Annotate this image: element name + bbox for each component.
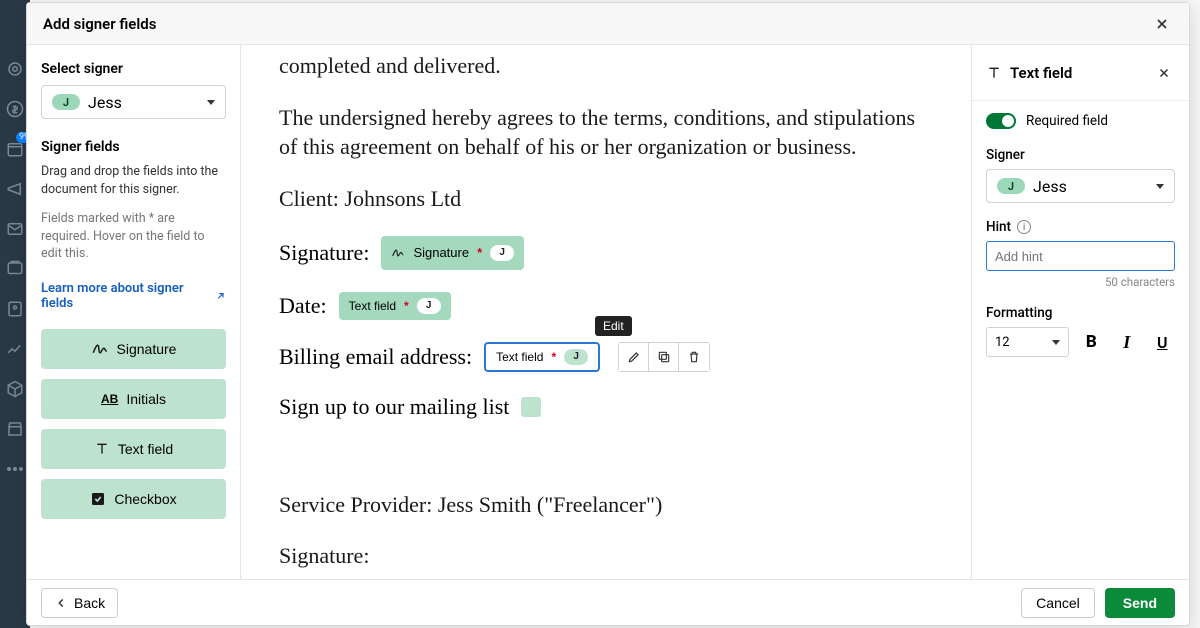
char-count: 50 characters bbox=[986, 275, 1175, 289]
modal-header: Add signer fields bbox=[27, 3, 1189, 45]
text-field-icon bbox=[986, 65, 1002, 81]
provider-line: Service Provider: Jess Smith ("Freelance… bbox=[279, 490, 933, 520]
signer-avatar: J bbox=[997, 178, 1025, 194]
dollar-icon[interactable] bbox=[6, 100, 24, 118]
signer-avatar: J bbox=[52, 94, 80, 110]
hint-label: Hint bbox=[986, 219, 1011, 235]
hint-input[interactable] bbox=[986, 241, 1175, 271]
back-button[interactable]: Back bbox=[41, 588, 118, 618]
signer-fields-heading: Signer fields bbox=[41, 139, 226, 155]
edit-tooltip: Edit bbox=[595, 316, 632, 336]
required-note: Fields marked with * are required. Hover… bbox=[41, 210, 226, 263]
megaphone-icon[interactable] bbox=[6, 180, 24, 198]
projects-icon[interactable] bbox=[6, 260, 24, 278]
field-action-bar bbox=[618, 342, 710, 372]
font-size-dropdown[interactable]: 12 bbox=[986, 327, 1069, 357]
signer-label: Signer bbox=[986, 147, 1175, 163]
placed-checkbox-field[interactable] bbox=[521, 397, 541, 417]
calendar-icon[interactable]: 99 bbox=[6, 140, 24, 158]
sidebar: Select signer J Jess Signer fields Drag … bbox=[27, 45, 241, 579]
contacts-icon[interactable] bbox=[6, 300, 24, 318]
placed-signature-field[interactable]: Signature * J bbox=[381, 236, 524, 270]
panel-signer-dropdown[interactable]: J Jess bbox=[986, 169, 1175, 203]
mailing-label: Sign up to our mailing list bbox=[279, 394, 509, 420]
more-icon[interactable] bbox=[6, 460, 24, 478]
signature2-label: Signature: bbox=[279, 541, 933, 571]
modal-title: Add signer fields bbox=[43, 15, 156, 33]
chevron-down-icon bbox=[1052, 340, 1060, 345]
date-label: Date: bbox=[279, 293, 327, 319]
panel-title: Text field bbox=[1010, 64, 1072, 82]
doc-paragraph: completed and delivered. bbox=[279, 51, 933, 81]
select-signer-dropdown[interactable]: J Jess bbox=[41, 85, 226, 119]
placed-date-field[interactable]: Text field * J bbox=[339, 292, 451, 320]
duplicate-field-button[interactable] bbox=[649, 343, 679, 371]
store-icon[interactable] bbox=[6, 420, 24, 438]
document-canvas[interactable]: completed and delivered. The undersigned… bbox=[241, 45, 971, 579]
chevron-down-icon bbox=[207, 100, 215, 105]
mail-icon[interactable] bbox=[6, 220, 24, 238]
signer-name: Jess bbox=[88, 93, 122, 112]
draggable-text-field[interactable]: Text field bbox=[41, 429, 226, 469]
italic-button[interactable]: I bbox=[1114, 328, 1139, 356]
field-properties-panel: Text field Required field Signer J Jess bbox=[971, 45, 1189, 579]
placed-billing-field-selected[interactable]: Text field * J bbox=[484, 342, 600, 372]
required-toggle[interactable] bbox=[986, 113, 1016, 129]
send-button[interactable]: Send bbox=[1105, 588, 1175, 618]
formatting-label: Formatting bbox=[986, 305, 1175, 321]
billing-label: Billing email address: bbox=[279, 344, 472, 370]
close-panel-icon[interactable] bbox=[1153, 62, 1175, 84]
add-signer-fields-modal: Add signer fields Select signer J Jess S… bbox=[26, 2, 1190, 626]
draggable-signature-field[interactable]: Signature bbox=[41, 329, 226, 369]
learn-more-link[interactable]: Learn more about signer fields bbox=[41, 281, 226, 311]
target-icon[interactable] bbox=[6, 60, 24, 78]
info-icon[interactable]: i bbox=[1017, 220, 1031, 234]
bold-button[interactable]: B bbox=[1079, 328, 1104, 356]
signer-name: Jess bbox=[1033, 177, 1067, 196]
edit-field-button[interactable] bbox=[619, 343, 649, 371]
close-icon[interactable] bbox=[1151, 13, 1173, 35]
box-icon[interactable] bbox=[6, 380, 24, 398]
draggable-checkbox-field[interactable]: Checkbox bbox=[41, 479, 226, 519]
modal-footer: Back Cancel Send bbox=[27, 579, 1189, 625]
chevron-down-icon bbox=[1156, 184, 1164, 189]
client-line: Client: Johnsons Ltd bbox=[279, 184, 933, 214]
cancel-button[interactable]: Cancel bbox=[1021, 588, 1095, 618]
doc-paragraph: The undersigned hereby agrees to the ter… bbox=[279, 103, 933, 162]
underline-button[interactable]: U bbox=[1150, 328, 1175, 356]
required-label: Required field bbox=[1026, 113, 1108, 129]
draggable-initials-field[interactable]: AB Initials bbox=[41, 379, 226, 419]
signature-label: Signature: bbox=[279, 240, 369, 266]
fields-description: Drag and drop the fields into the docume… bbox=[41, 163, 226, 198]
delete-field-button[interactable] bbox=[679, 343, 709, 371]
chart-icon[interactable] bbox=[6, 340, 24, 358]
select-signer-heading: Select signer bbox=[41, 61, 226, 77]
